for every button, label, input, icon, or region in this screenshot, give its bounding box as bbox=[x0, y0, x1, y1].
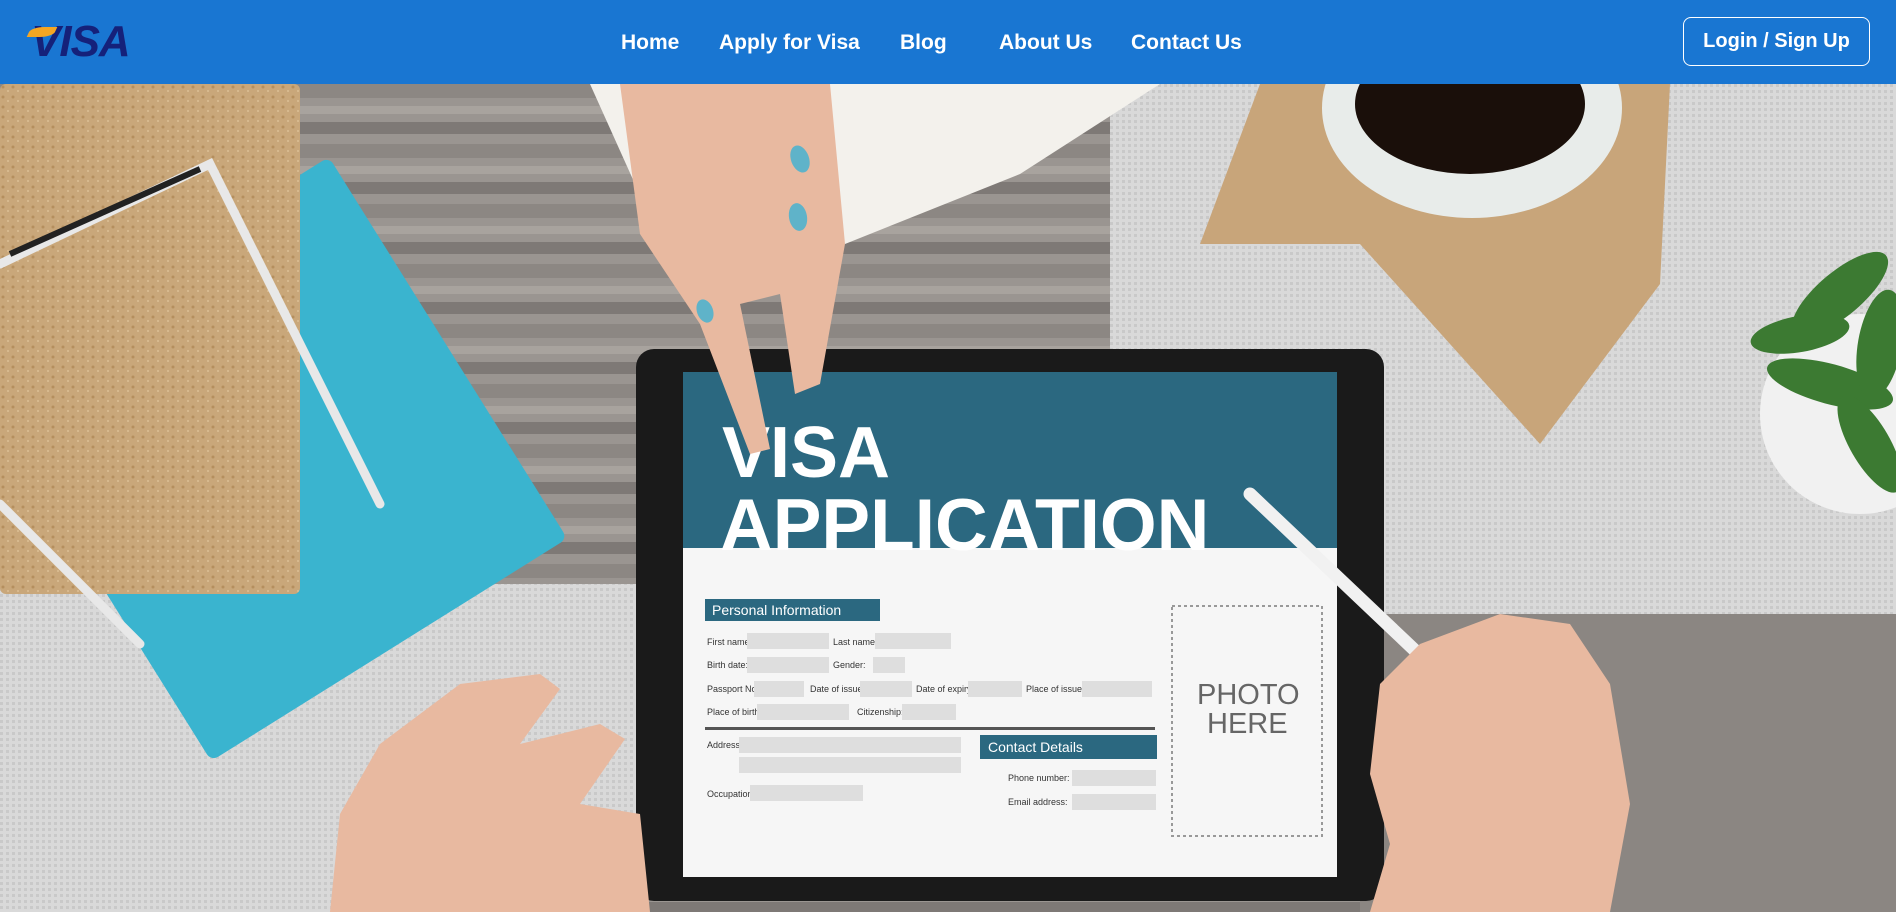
field-occupation-label: Occupation: bbox=[707, 789, 755, 799]
hand-bottom-right bbox=[1370, 614, 1630, 912]
cork-notebook bbox=[0, 84, 300, 594]
top-navbar: VISA Home Apply for Visa Blog About Us C… bbox=[0, 0, 1896, 84]
field-place-issue-label: Place of issue: bbox=[1026, 684, 1085, 694]
field-first-name-label: First name: bbox=[707, 637, 752, 647]
nav-about-us[interactable]: About Us bbox=[999, 31, 1092, 55]
nav-contact-us[interactable]: Contact Us bbox=[1131, 31, 1242, 55]
field-place-birth-label: Place of birth: bbox=[707, 707, 762, 717]
field-birth-date-label: Birth date: bbox=[707, 660, 748, 670]
field-email-label: Email address: bbox=[1008, 797, 1068, 807]
personal-info-label: Personal Information bbox=[712, 602, 841, 618]
field-address-label: Address: bbox=[707, 740, 743, 750]
nav-blog[interactable]: Blog bbox=[900, 31, 947, 55]
login-signup-button[interactable]: Login / Sign Up bbox=[1683, 17, 1870, 66]
field-date-expiry-label: Date of expiry: bbox=[916, 684, 974, 694]
field-date-issue-label: Date of issue: bbox=[810, 684, 865, 694]
field-gender-label: Gender: bbox=[833, 660, 866, 670]
contact-details-label: Contact Details bbox=[988, 739, 1083, 755]
field-passport-label: Passport No: bbox=[707, 684, 759, 694]
nav-apply-for-visa[interactable]: Apply for Visa bbox=[719, 31, 860, 55]
nav-home[interactable]: Home bbox=[621, 31, 679, 55]
visa-logo[interactable]: VISA bbox=[26, 17, 131, 66]
field-citizenship-label: Citizenship: bbox=[857, 707, 904, 717]
tablet-title-line2: APPLICATION bbox=[720, 485, 1209, 566]
photo-text-line2: HERE bbox=[1207, 708, 1288, 740]
photo-text-line1: PHOTO bbox=[1197, 679, 1300, 711]
field-phone-label: Phone number: bbox=[1008, 773, 1070, 783]
field-last-name-label: Last name: bbox=[833, 637, 878, 647]
hero-illustration: VISA APPLICATION Personal Information Fi… bbox=[0, 84, 1896, 912]
logo-text: VISA bbox=[31, 17, 131, 66]
hero-image: VISA APPLICATION Personal Information Fi… bbox=[0, 84, 1896, 912]
